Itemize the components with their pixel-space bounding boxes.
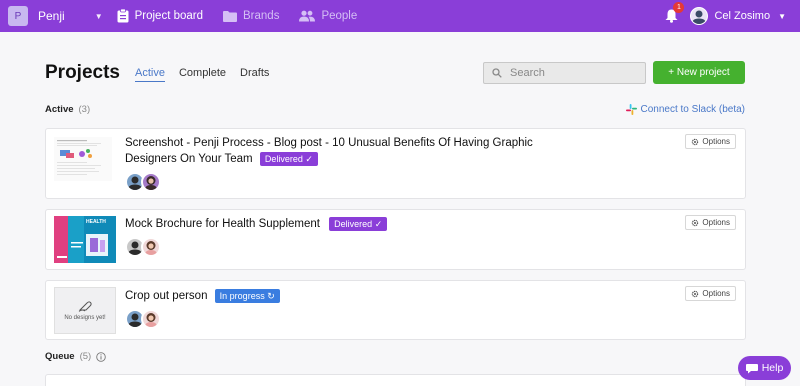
project-title[interactable]: Crop out person In progress ↻	[125, 288, 280, 304]
page-title: Projects	[45, 62, 120, 83]
user-name: Cel Zosimo	[714, 10, 771, 22]
assignee-avatars	[125, 237, 161, 257]
thumbnail-text: HEALTH	[86, 219, 106, 225]
clipboard-icon	[117, 9, 129, 23]
project-title-text: Crop out person	[125, 290, 208, 302]
nav-brands-label: Brands	[243, 10, 280, 22]
folder-icon	[223, 10, 238, 22]
project-tabs: Active Complete Drafts	[135, 67, 283, 82]
project-card[interactable]: Screenshot - Penji Process - Blog post -…	[45, 128, 746, 199]
project-title-text: Mock Brochure for Health Supplement	[125, 218, 320, 230]
queue-section-count: (5)	[79, 351, 92, 362]
user-avatar	[690, 7, 709, 25]
project-card[interactable]: No designs yet! Crop out person In progr…	[45, 280, 746, 340]
tab-active[interactable]: Active	[135, 67, 165, 82]
project-title-line2: Designers On Your Team	[125, 153, 253, 165]
active-section-header: Active (3)	[45, 104, 90, 115]
options-button[interactable]: Options	[685, 134, 736, 149]
options-label: Options	[702, 218, 730, 227]
main-nav: Project board Brands People	[117, 9, 378, 23]
options-button[interactable]: Options	[685, 286, 736, 301]
nav-people-label: People	[321, 10, 358, 22]
nav-people[interactable]: People	[299, 10, 357, 22]
slack-icon	[625, 104, 637, 115]
pen-icon	[78, 301, 92, 312]
options-label: Options	[702, 137, 730, 146]
connect-slack-label: Connect to Slack (beta)	[640, 104, 746, 115]
connect-slack-link[interactable]: Connect to Slack (beta)	[625, 104, 746, 115]
search-icon	[492, 68, 502, 78]
assignee-avatars	[125, 172, 161, 192]
project-title-line1: Screenshot - Penji Process - Blog post -…	[125, 137, 533, 149]
chevron-down-icon: ▼	[778, 11, 786, 21]
tab-complete[interactable]: Complete	[179, 67, 226, 82]
nav-project-board-label: Project board	[134, 10, 204, 22]
project-title[interactable]: Mock Brochure for Health Supplement Deli…	[125, 216, 388, 232]
search-box[interactable]	[483, 62, 646, 84]
assignee-avatars	[125, 309, 161, 329]
help-label: Help	[761, 362, 784, 374]
new-project-button[interactable]: + New project	[653, 61, 745, 84]
notifications-button[interactable]: 1	[665, 2, 685, 23]
notification-count-badge: 1	[673, 2, 685, 13]
search-input[interactable]	[510, 67, 630, 79]
tab-drafts[interactable]: Drafts	[240, 67, 269, 82]
top-navigation-bar: P Penji ▼ Project board Brands People 1	[0, 0, 800, 32]
gear-icon	[691, 219, 699, 227]
status-badge: Delivered ✓	[329, 217, 388, 231]
nav-project-board[interactable]: Project board	[117, 9, 203, 23]
project-thumbnail: No designs yet!	[54, 287, 116, 334]
project-thumbnail	[54, 137, 112, 181]
chevron-down-icon: ▼	[94, 11, 103, 21]
queue-section-label: Queue	[45, 351, 75, 362]
options-button[interactable]: Options	[685, 215, 736, 230]
status-badge: Delivered ✓	[259, 152, 318, 166]
no-designs-text: No designs yet!	[64, 315, 106, 321]
options-label: Options	[702, 289, 730, 298]
no-designs-placeholder: No designs yet!	[54, 287, 116, 334]
workspace-switcher[interactable]: P Penji ▼	[8, 6, 103, 26]
active-section-count: (3)	[78, 104, 91, 115]
people-icon	[299, 10, 316, 22]
avatar	[141, 172, 161, 192]
chat-bubble-icon	[745, 363, 758, 374]
queue-section-header: Queue (5)	[45, 351, 106, 362]
workspace-name: Penji	[38, 9, 65, 23]
avatar	[141, 309, 161, 329]
avatar	[141, 237, 161, 257]
workspace-avatar: P	[8, 6, 28, 26]
nav-brands[interactable]: Brands	[223, 10, 279, 22]
project-thumbnail: HEALTH	[54, 216, 116, 263]
active-section-label: Active	[45, 104, 74, 115]
project-card[interactable]	[45, 374, 746, 386]
project-title[interactable]: Screenshot - Penji Process - Blog post -…	[125, 135, 533, 167]
help-button[interactable]: Help	[738, 356, 791, 380]
gear-icon	[691, 138, 699, 146]
user-menu[interactable]: Cel Zosimo ▼	[690, 7, 800, 25]
gear-icon	[691, 290, 699, 298]
project-card[interactable]: HEALTH Mock Brochure for Health Suppleme…	[45, 209, 746, 270]
info-icon[interactable]	[96, 351, 106, 362]
status-badge: In progress ↻	[214, 289, 280, 303]
